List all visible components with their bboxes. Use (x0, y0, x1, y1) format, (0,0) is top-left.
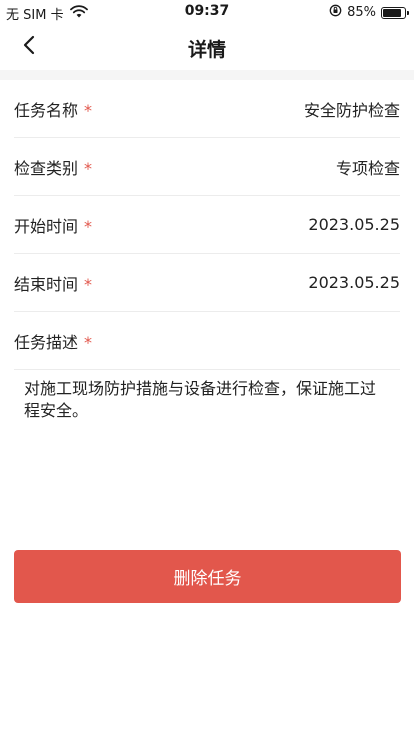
task-name-row: 任务名称 * 安全防护检查 (14, 80, 400, 138)
task-name-value[interactable]: 安全防护检查 (304, 97, 400, 121)
required-mark: * (84, 158, 93, 178)
required-mark: * (84, 332, 93, 352)
nav-bar: 详情 (0, 24, 414, 70)
start-time-value[interactable]: 2023.05.25 (308, 215, 400, 234)
status-bar: 无 SIM 卡 09:37 85% (0, 0, 414, 24)
task-name-label-group: 任务名称 * (14, 97, 92, 121)
task-detail-form: 任务名称 * 安全防护检查 检查类别 * 专项检查 开始时间 * 2023.05.25… (0, 80, 414, 530)
description-label: 任务描述 (14, 332, 79, 352)
moon-icon (312, 5, 324, 21)
delete-task-button[interactable]: 删除任务 (14, 550, 401, 603)
check-type-label-group: 检查类别 * (14, 155, 92, 179)
required-mark: * (84, 100, 93, 120)
rotation-lock-icon (329, 4, 342, 21)
description-label-group: 任务描述 * (14, 329, 92, 353)
page-title: 详情 (187, 39, 226, 61)
end-time-label-group: 结束时间 * (14, 271, 92, 295)
check-type-row: 检查类别 * 专项检查 (14, 138, 400, 196)
end-time-row: 结束时间 * 2023.05.25 (14, 254, 400, 312)
battery-icon (381, 6, 409, 19)
end-time-label: 结束时间 (14, 274, 79, 294)
check-type-label: 检查类别 (14, 158, 79, 178)
section-divider (0, 70, 414, 80)
description-label-row: 任务描述 * (14, 312, 400, 370)
task-name-label: 任务名称 (14, 100, 79, 120)
check-type-value[interactable]: 专项检查 (336, 155, 400, 179)
start-time-label-group: 开始时间 * (14, 213, 92, 237)
start-time-row: 开始时间 * 2023.05.25 (14, 196, 400, 254)
status-right: 85% (312, 4, 409, 21)
battery-fill (383, 8, 401, 17)
start-time-label: 开始时间 (14, 216, 79, 236)
end-time-value[interactable]: 2023.05.25 (308, 273, 400, 292)
required-mark: * (84, 274, 93, 294)
battery-percent: 85% (347, 5, 376, 20)
required-mark: * (84, 216, 93, 236)
description-text[interactable]: 对施工现场防护措施与设备进行检查，保证施工过程安全。 (14, 370, 400, 530)
